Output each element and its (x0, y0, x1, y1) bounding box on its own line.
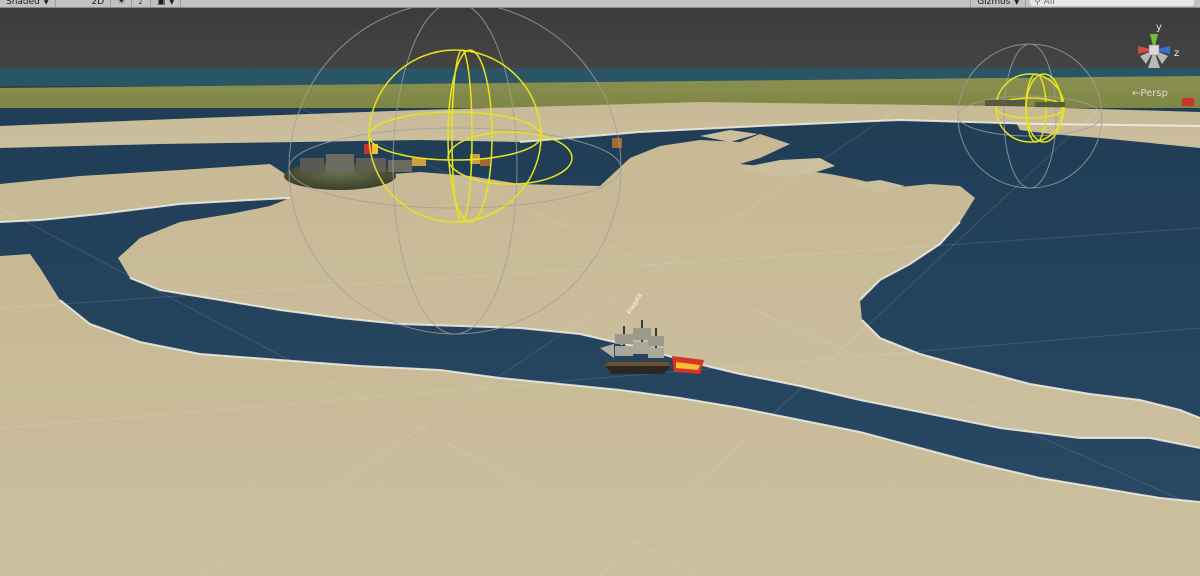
sky (0, 8, 1200, 70)
axis-z-label: z (1174, 48, 1179, 59)
mode-2d-toggle[interactable]: 2D (86, 0, 112, 7)
image-icon: ▣ (157, 0, 166, 7)
gizmos-label: Gizmos (977, 0, 1011, 7)
chevron-down-icon: ▼ (1014, 0, 1019, 6)
effects-dropdown[interactable]: ▣ ▼ (151, 0, 182, 7)
chevron-down-icon: ▼ (43, 0, 49, 6)
scene-search-input[interactable]: ⚲ All (1030, 0, 1194, 7)
search-placeholder: All (1043, 0, 1055, 7)
toolbar-right-group: Gizmos ▼ ⚲ All (970, 0, 1200, 7)
mode-2d-label: 2D (91, 0, 105, 7)
view-mode-label[interactable]: ←Persp (1132, 88, 1168, 99)
shading-mode-dropdown[interactable]: Shaded ▼ (0, 0, 56, 7)
shading-mode-label: Shaded (6, 0, 40, 7)
audio-toggle[interactable]: ♪ (132, 0, 152, 7)
search-icon: ⚲ (1034, 0, 1041, 7)
scene-render (0, 8, 1200, 576)
scene-viewport[interactable]: Fragata y z ←Persp (0, 8, 1200, 576)
orientation-gizmo[interactable]: y z (1118, 16, 1190, 88)
gizmos-dropdown[interactable]: Gizmos ▼ (970, 0, 1026, 7)
scene-toolbar: Shaded ▼ 2D ☀ ♪ ▣ ▼ Gizmos ▼ ⚲ All (0, 0, 1200, 8)
axis-y-label: y (1156, 22, 1162, 33)
lighting-toggle[interactable]: ☀ (111, 0, 133, 7)
speaker-icon: ♪ (138, 0, 145, 7)
sun-icon: ☀ (117, 0, 126, 7)
chevron-down-icon: ▼ (169, 0, 175, 6)
